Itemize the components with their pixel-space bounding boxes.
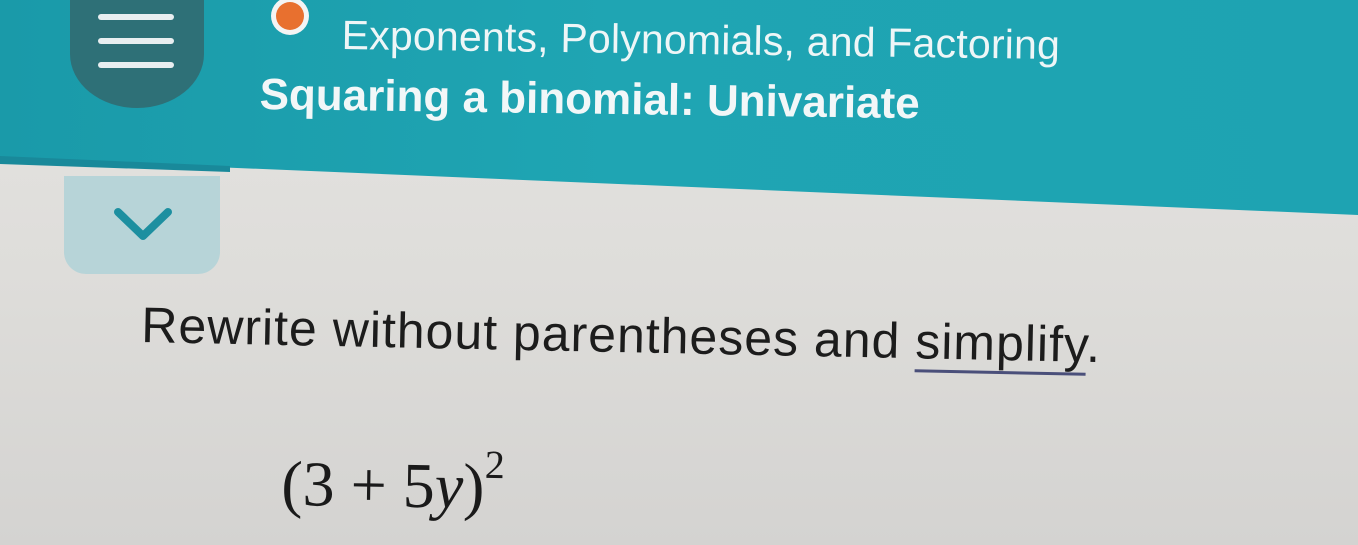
simplify-link[interactable]: simplify [914,313,1087,376]
topic-status-dot [276,2,304,30]
instruction-text: Rewrite without parentheses and [140,296,916,370]
menu-button[interactable] [70,0,204,108]
instruction-period: . [1085,316,1102,374]
expression-exponent: 2 [484,441,506,488]
lesson-title: Squaring a binomial: Univariate [259,70,921,129]
expression-close: ) [462,450,485,522]
chevron-down-icon [114,208,172,240]
math-expression: (3 + 5y)2 [281,438,505,524]
page: Exponents, Polynomials, and Factoring Sq… [0,0,1358,545]
expression-variable: y [434,450,464,522]
expression-open: (3 + 5 [280,447,436,522]
collapse-toggle-button[interactable] [64,176,220,274]
topic-title: Exponents, Polynomials, and Factoring [341,12,1061,69]
problem-instruction: Rewrite without parentheses and simplify… [140,296,1102,376]
